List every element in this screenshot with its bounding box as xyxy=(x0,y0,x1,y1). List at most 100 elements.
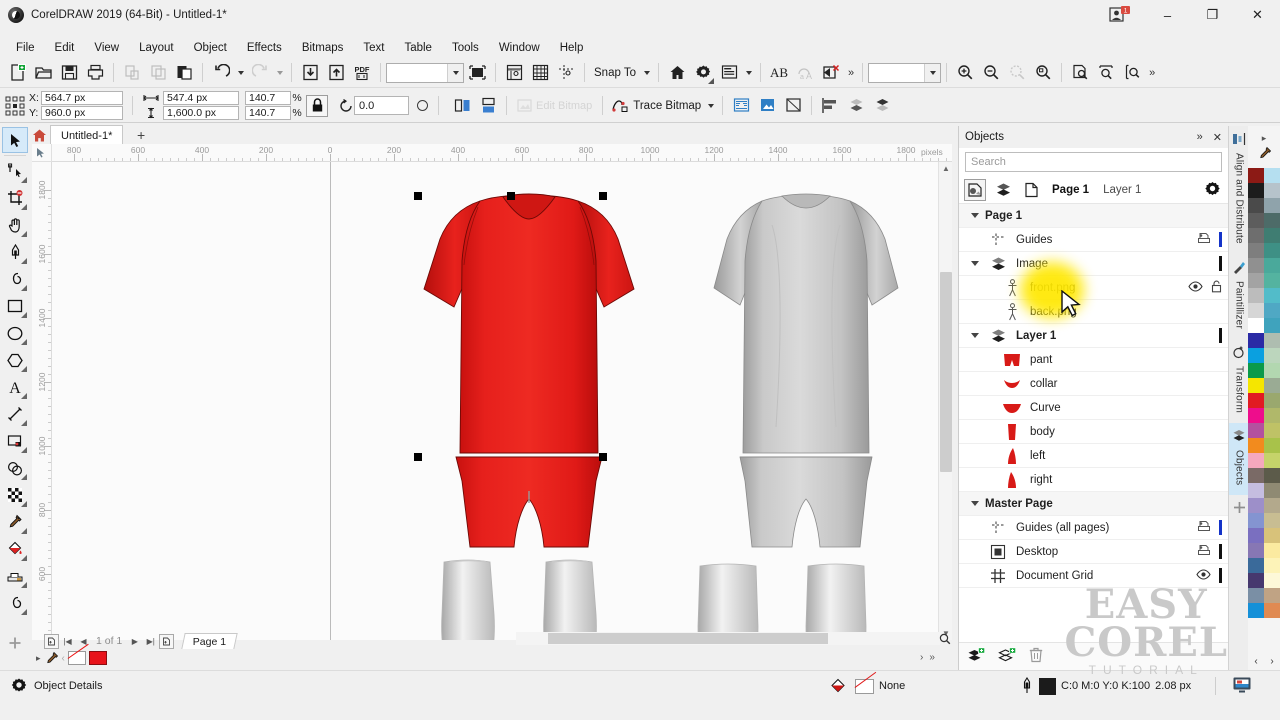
palette-swatch[interactable] xyxy=(1248,303,1264,318)
user-account-icon[interactable]: 1 xyxy=(1109,6,1131,24)
docker-search-input[interactable]: Search xyxy=(965,152,1222,172)
docker-options-gear-icon[interactable] xyxy=(1201,179,1223,201)
selection-handle-bottom-right[interactable] xyxy=(599,453,607,461)
new-document-tab-button[interactable]: + xyxy=(137,127,145,143)
color-eyedropper-tool[interactable] xyxy=(2,509,28,535)
y-position-input[interactable]: 960.0 px xyxy=(41,106,123,120)
zoom-page-width-icon[interactable] xyxy=(1094,61,1118,85)
zoom-out-icon[interactable] xyxy=(979,61,1003,85)
palette-swatch[interactable] xyxy=(1264,408,1280,423)
publish-pdf-icon[interactable]: PDF xyxy=(350,61,374,85)
palette-swatch[interactable] xyxy=(1264,558,1280,573)
palette-swatch[interactable] xyxy=(1264,348,1280,363)
palette-swatch[interactable] xyxy=(1264,438,1280,453)
scale-width-input[interactable]: 140.7 xyxy=(245,91,291,105)
page-tab-page-1[interactable]: Page 1 xyxy=(181,633,239,649)
last-page-button[interactable]: ▶| xyxy=(143,634,158,649)
home-tab-icon[interactable] xyxy=(30,126,48,144)
menu-edit[interactable]: Edit xyxy=(45,40,85,56)
undo-dropdown[interactable] xyxy=(234,62,247,84)
object-row-front-png[interactable]: front.png xyxy=(959,276,1228,300)
palette-swatches[interactable] xyxy=(1248,168,1280,618)
object-row-left[interactable]: left xyxy=(959,444,1228,468)
trace-bitmap-dropdown[interactable] xyxy=(704,95,717,117)
palette-swatch[interactable] xyxy=(1248,528,1264,543)
layer-row-guides-all[interactable]: Guides (all pages) xyxy=(959,516,1228,540)
ellipse-tool[interactable] xyxy=(2,320,28,346)
scroll-up-button[interactable]: ▲ xyxy=(940,162,952,175)
x-position-input[interactable]: 564.7 px xyxy=(41,91,123,105)
color-proof-icon[interactable] xyxy=(1232,676,1252,694)
docker-tab-transform[interactable]: Transform xyxy=(1229,339,1249,423)
zoom-page-height-icon[interactable] xyxy=(1120,61,1144,85)
docker-close-button[interactable]: ✕ xyxy=(1213,131,1222,144)
zoom-overflow-button[interactable]: » xyxy=(1145,67,1158,79)
palette-swatch[interactable] xyxy=(1248,453,1264,468)
pen-tool[interactable] xyxy=(2,239,28,265)
palette-swatch[interactable] xyxy=(1248,168,1264,183)
color-strip-prev[interactable]: ‹ xyxy=(62,653,65,664)
fill-indicator[interactable]: None xyxy=(830,671,905,695)
layer-row-layer-1[interactable]: Layer 1 xyxy=(959,324,1228,348)
toolbar-overflow-button[interactable]: » xyxy=(844,67,857,79)
palette-swatch[interactable] xyxy=(1248,408,1264,423)
ruler-origin-button[interactable] xyxy=(32,144,52,162)
expander-triangle-icon[interactable] xyxy=(967,333,983,338)
palette-swatch[interactable] xyxy=(1248,438,1264,453)
palette-swatch[interactable] xyxy=(1264,273,1280,288)
zoom-page-icon[interactable] xyxy=(1068,61,1092,85)
lock-ratio-button[interactable] xyxy=(306,94,328,117)
units-dropdown[interactable] xyxy=(924,63,941,82)
import-icon[interactable] xyxy=(298,61,322,85)
print-layer-icon[interactable] xyxy=(1197,544,1211,560)
connector-tool[interactable] xyxy=(2,590,28,616)
object-row-back-png[interactable]: back.png xyxy=(959,300,1228,324)
menu-window[interactable]: Window xyxy=(489,40,550,56)
selection-handle-top-center[interactable] xyxy=(507,192,515,200)
export-icon[interactable] xyxy=(324,61,348,85)
outline-indicator[interactable]: C:0 M:0 Y:0 K:100 2.08 px xyxy=(1020,677,1191,695)
object-row-curve[interactable]: Curve xyxy=(959,396,1228,420)
menu-view[interactable]: View xyxy=(84,40,129,56)
horizontal-scrollbar[interactable] xyxy=(516,632,940,645)
object-tree[interactable]: Page 1 Guides Imagefront.pngback.png Layer … xyxy=(959,204,1228,656)
palette-swatch[interactable] xyxy=(1264,198,1280,213)
zoom-to-fit-button[interactable] xyxy=(938,632,952,646)
pattern-fill-tool[interactable] xyxy=(2,482,28,508)
palette-swatch[interactable] xyxy=(1264,213,1280,228)
menu-table[interactable]: Table xyxy=(394,40,442,56)
mirror-vertical-icon[interactable] xyxy=(476,94,500,118)
palette-swatch[interactable] xyxy=(1264,423,1280,438)
outline-color-swatch[interactable] xyxy=(1039,677,1056,695)
eyedropper-icon[interactable] xyxy=(44,651,59,666)
mirror-horizontal-icon[interactable] xyxy=(450,94,474,118)
redo-dropdown[interactable] xyxy=(273,62,286,84)
drop-shadow-tool[interactable] xyxy=(2,428,28,454)
undo-icon[interactable] xyxy=(209,61,233,85)
dimension-tool[interactable] xyxy=(2,401,28,427)
height-input[interactable]: 1,600.0 px xyxy=(163,106,239,120)
palette-swatch[interactable] xyxy=(1248,183,1264,198)
pick-tool[interactable] xyxy=(2,127,28,153)
palette-swatch[interactable] xyxy=(1264,288,1280,303)
layer-row-image[interactable]: Image xyxy=(959,252,1228,276)
show-guides-icon[interactable] xyxy=(554,61,578,85)
transparency-tool[interactable] xyxy=(2,455,28,481)
crop-tool[interactable] xyxy=(2,185,28,211)
palette-swatch[interactable] xyxy=(1264,513,1280,528)
smart-fill-tool[interactable] xyxy=(2,563,28,589)
palette-swatch[interactable] xyxy=(1248,468,1264,483)
color-strip-next[interactable]: › xyxy=(920,652,923,663)
palette-swatch[interactable] xyxy=(1264,168,1280,183)
palette-swatch[interactable] xyxy=(1248,228,1264,243)
trace-bitmap-button[interactable]: Trace Bitmap xyxy=(608,97,704,114)
menu-object[interactable]: Object xyxy=(184,40,237,56)
palette-swatch[interactable] xyxy=(1248,558,1264,573)
layer-row-page-1[interactable]: Page 1 xyxy=(959,204,1228,228)
palette-swatch[interactable] xyxy=(1264,498,1280,513)
show-grid-icon[interactable] xyxy=(528,61,552,85)
palette-swatch[interactable] xyxy=(1248,483,1264,498)
open-document-icon[interactable] xyxy=(31,61,55,85)
menu-tools[interactable]: Tools xyxy=(442,40,489,56)
horizontal-scroll-thumb[interactable] xyxy=(548,633,828,644)
